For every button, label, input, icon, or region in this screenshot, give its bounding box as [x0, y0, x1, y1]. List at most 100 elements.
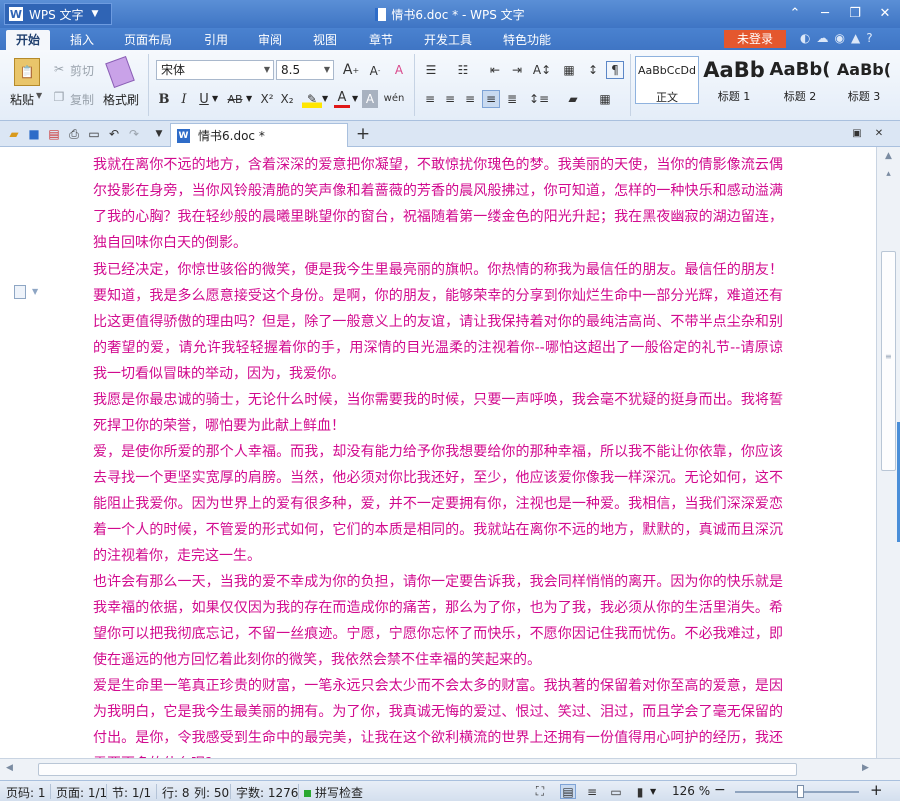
outline-view-icon[interactable]: ≡: [584, 784, 600, 799]
tab-developer[interactable]: 开发工具: [424, 31, 472, 50]
status-section[interactable]: 节: 1/1: [112, 784, 151, 801]
redo-icon[interactable]: ↷: [126, 126, 142, 142]
grow-font-icon[interactable]: A +: [342, 61, 360, 79]
paragraph-5[interactable]: 也许会有那么一天，当我的爱不幸成为你的负担，请你一定要告诉我，我会同样悄悄的离开…: [93, 569, 783, 673]
paste-button[interactable]: 粘贴: [10, 91, 34, 108]
clear-format-icon[interactable]: A: [390, 61, 408, 79]
char-shading-icon[interactable]: A: [362, 90, 378, 108]
paragraph-handle-icon[interactable]: [14, 285, 26, 299]
status-page-code[interactable]: 页码: 1: [6, 784, 46, 801]
tab-review[interactable]: 审阅: [258, 31, 282, 50]
style-heading-3[interactable]: AaBb( 标题 3: [832, 56, 896, 104]
shirt-icon[interactable]: ▲: [851, 31, 860, 45]
horizontal-scroll-thumb[interactable]: [38, 763, 797, 776]
feedback-icon[interactable]: ◉: [834, 31, 844, 45]
restore-button[interactable]: ❐: [840, 0, 870, 26]
scroll-right-icon[interactable]: ▶: [862, 763, 869, 773]
paragraph-2[interactable]: 我已经决定，你惊世骇俗的微笑，便是我今生里最亮丽的旗帜。你热情的称我为最信任的朋…: [93, 257, 783, 387]
copy-button[interactable]: 复制: [70, 91, 94, 108]
save-icon[interactable]: ■: [26, 126, 42, 142]
decrease-indent-icon[interactable]: ⇤: [486, 61, 504, 79]
cloud-icon[interactable]: ☁: [816, 31, 828, 45]
shading-icon[interactable]: ▰: [564, 90, 582, 108]
chevron-down-icon[interactable]: ▼: [212, 94, 218, 103]
shrink-font-icon[interactable]: A-: [366, 62, 384, 80]
web-view-icon[interactable]: ▭: [608, 784, 624, 799]
login-button[interactable]: 未登录: [724, 30, 786, 48]
minimize-button[interactable]: ─: [810, 0, 840, 26]
font-name-select[interactable]: 宋体 ▼: [156, 60, 274, 80]
numbered-list-icon[interactable]: ☷: [454, 61, 472, 79]
bullet-list-icon[interactable]: ☰: [422, 61, 440, 79]
tab-home[interactable]: 开始: [6, 30, 51, 50]
full-screen-icon[interactable]: ⛶: [532, 784, 548, 799]
status-column[interactable]: 列: 50: [194, 784, 229, 801]
align-right-icon[interactable]: ≡: [462, 90, 478, 108]
zoom-slider-handle[interactable]: [797, 785, 804, 798]
undo-icon[interactable]: ↶: [106, 126, 122, 142]
italic-button[interactable]: I: [176, 90, 192, 108]
document-tab[interactable]: W 情书6.doc *: [170, 123, 348, 147]
status-word-count[interactable]: 字数: 1276: [236, 784, 298, 801]
page-up-icon[interactable]: ▴: [881, 169, 896, 184]
table-icon[interactable]: ▦: [560, 61, 578, 79]
subscript-button[interactable]: X₂: [278, 90, 296, 108]
bold-button[interactable]: B: [156, 90, 172, 108]
scroll-left-icon[interactable]: ◀: [6, 763, 13, 773]
help-button[interactable]: ?: [866, 31, 872, 45]
show-marks-icon[interactable]: ¶: [606, 61, 624, 79]
collapse-ribbon-button[interactable]: ⌃: [780, 0, 810, 26]
open-folder-icon[interactable]: ▰: [6, 126, 22, 142]
close-button[interactable]: ✕: [870, 0, 900, 26]
scroll-up-icon[interactable]: ▲: [881, 151, 896, 166]
chevron-down-icon[interactable]: ▼: [650, 787, 656, 796]
style-normal[interactable]: AaBbCcDd 正文: [635, 56, 699, 104]
zoom-level[interactable]: 126 %: [672, 784, 710, 798]
reading-view-icon[interactable]: ▮: [632, 784, 648, 799]
font-color-button[interactable]: A: [334, 90, 350, 108]
paragraph-1[interactable]: 我就在离你不远的地方，含着深深的爱意把你凝望，不敢惊扰你瑰色的梦。我美丽的天使，…: [93, 152, 783, 256]
distribute-icon[interactable]: ≣: [504, 90, 520, 108]
paragraph-4[interactable]: 爱，是使你所爱的那个人幸福。而我，却没有能力给予你我想要给你的那种幸福，所以我不…: [93, 439, 783, 569]
print-preview-icon[interactable]: ▭: [86, 126, 102, 142]
text-direction-icon[interactable]: A↕: [532, 61, 552, 79]
horizontal-scrollbar[interactable]: ◀ ▶: [0, 758, 900, 780]
sort-icon[interactable]: ↕: [584, 61, 602, 79]
tab-view[interactable]: 视图: [313, 31, 337, 50]
style-heading-1[interactable]: AaBb 标题 1: [702, 56, 766, 104]
close-tab-icon[interactable]: ✕: [872, 126, 886, 140]
cut-button[interactable]: 剪切: [70, 62, 94, 79]
align-center-icon[interactable]: ≡: [442, 90, 458, 108]
status-pages[interactable]: 页面: 1/1: [56, 784, 107, 801]
phonetic-guide-icon[interactable]: wén: [382, 88, 406, 108]
customize-toolbar-icon[interactable]: ▼: [152, 126, 166, 142]
superscript-button[interactable]: X²: [258, 90, 276, 108]
strikethrough-button[interactable]: AB: [224, 90, 246, 108]
font-size-select[interactable]: 8.5 ▼: [276, 60, 334, 80]
tab-page-layout[interactable]: 页面布局: [124, 31, 172, 50]
justify-icon[interactable]: ≡: [482, 90, 500, 108]
tab-insert[interactable]: 插入: [70, 31, 94, 50]
highlight-icon[interactable]: ✎: [302, 90, 322, 108]
style-heading-2[interactable]: AaBb( 标题 2: [768, 56, 832, 104]
vertical-scrollbar[interactable]: ▲ ▴ ≡: [876, 147, 900, 758]
print-icon[interactable]: ⎙: [66, 126, 82, 142]
increase-indent-icon[interactable]: ⇥: [508, 61, 526, 79]
page-view-icon[interactable]: ▤: [560, 784, 576, 799]
paste-icon[interactable]: 📋: [14, 58, 40, 86]
spell-check-toggle[interactable]: 拼写检查: [304, 784, 363, 801]
tab-references[interactable]: 引用: [204, 31, 228, 50]
chevron-down-icon[interactable]: ▼: [32, 287, 38, 296]
chevron-down-icon[interactable]: ▼: [352, 94, 358, 103]
align-left-icon[interactable]: ≡: [422, 90, 438, 108]
chevron-down-icon[interactable]: ▼: [246, 94, 252, 103]
status-row[interactable]: 行: 8: [162, 784, 190, 801]
tab-special-features[interactable]: 特色功能: [503, 31, 551, 50]
new-tab-button[interactable]: +: [354, 124, 372, 144]
tab-list-icon[interactable]: ▣: [850, 126, 864, 140]
document-page[interactable]: ▼ 我就在离你不远的地方，含着深深的爱意把你凝望，不敢惊扰你瑰色的梦。我美丽的天…: [0, 147, 876, 758]
format-painter-button[interactable]: 格式刷: [103, 91, 139, 108]
tab-sections[interactable]: 章节: [369, 31, 393, 50]
vertical-scroll-thumb[interactable]: [881, 251, 896, 471]
borders-icon[interactable]: ▦: [596, 90, 614, 108]
